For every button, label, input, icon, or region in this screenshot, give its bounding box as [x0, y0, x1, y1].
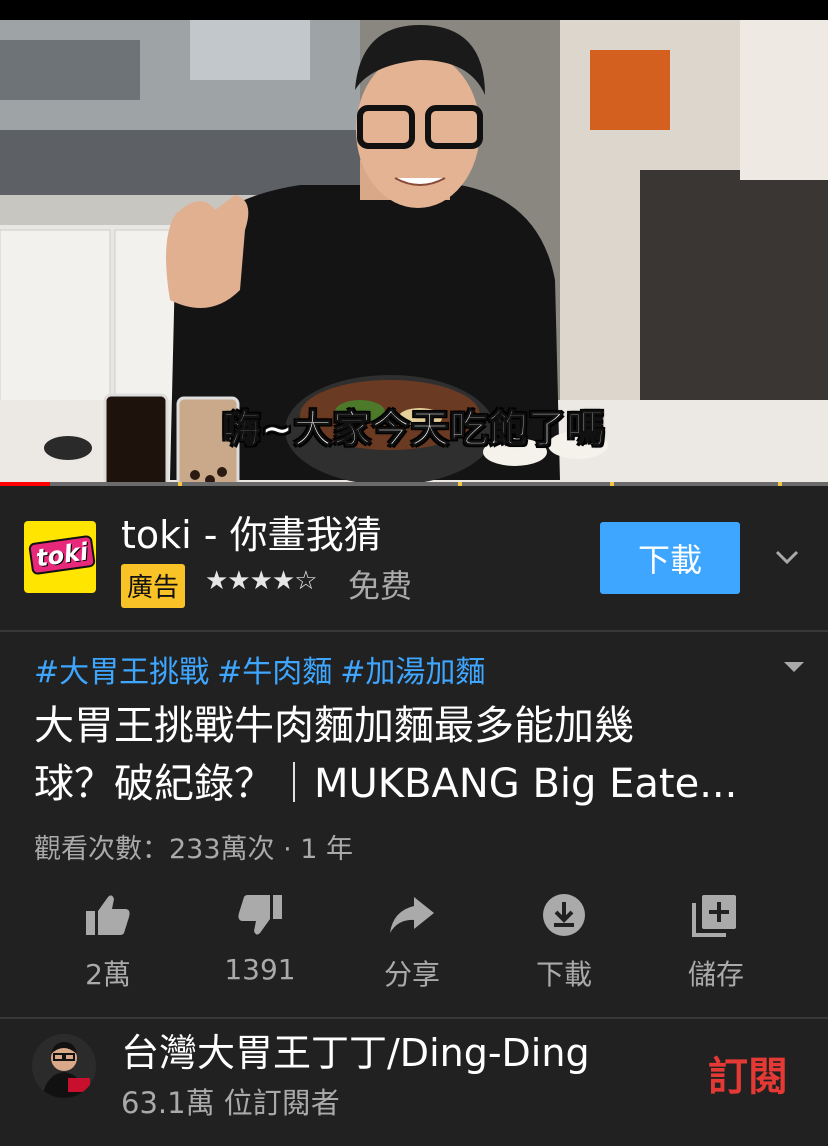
- share-icon: [390, 897, 434, 933]
- download-icon: [543, 894, 585, 936]
- share-button[interactable]: 分享: [352, 893, 472, 993]
- download-button[interactable]: 下載: [504, 893, 624, 993]
- avatar-image: [32, 1034, 96, 1098]
- video-title[interactable]: 大胃王挑戰牛肉麵加麵最多能加幾 球？破紀錄？｜MUKBANG Big Eate.…: [34, 697, 764, 813]
- ad-price: 免费: [348, 567, 413, 605]
- status-bar: [0, 0, 828, 20]
- view-count: 觀看次數：233萬次 · 1 年: [34, 834, 354, 865]
- video-title-line: 大胃王挑戰牛肉麵加麵最多能加幾: [34, 703, 634, 749]
- hashtag-link[interactable]: #加湯加麵: [340, 655, 485, 690]
- channel-name[interactable]: 台灣大胃王丁丁/Ding-Ding: [121, 1022, 590, 1077]
- video-player[interactable]: 嗨~大家今天吃飽了嗎: [0, 20, 828, 486]
- like-button[interactable]: 2萬: [48, 893, 168, 993]
- hashtag-link[interactable]: #牛肉麵: [217, 655, 332, 690]
- ad-banner[interactable]: toki toki - 你畫我猜 廣告 ★★★★☆ 免费 下載: [0, 486, 828, 631]
- hashtag-link[interactable]: #大胃王挑戰: [34, 655, 209, 690]
- ad-rating-stars: ★★★★☆: [205, 566, 318, 596]
- channel-avatar[interactable]: [32, 1034, 96, 1098]
- save-to-playlist-icon: [692, 895, 736, 937]
- subscribe-button[interactable]: 訂閱: [708, 1044, 788, 1102]
- thumbs-down-icon: [238, 895, 282, 935]
- ad-app-logo[interactable]: toki: [24, 521, 96, 593]
- save-label: 儲存: [687, 958, 744, 991]
- video-subtitle: 嗨~大家今天吃飽了嗎: [221, 406, 606, 451]
- subscriber-count: 63.1萬 位訂閱者: [121, 1086, 340, 1120]
- divider: [0, 1017, 828, 1019]
- expand-description-icon[interactable]: [782, 659, 806, 675]
- video-title-line: 球？破紀錄？｜MUKBANG Big Eate...: [34, 761, 738, 807]
- like-count: 2萬: [85, 958, 131, 991]
- channel-row[interactable]: 台灣大胃王丁丁/Ding-Ding 63.1萬 位訂閱者 訂閱: [0, 1020, 828, 1146]
- ad-title[interactable]: toki - 你畫我猜: [121, 504, 382, 559]
- ad-badge: 廣告: [121, 564, 186, 608]
- video-info: #大胃王挑戰 #牛肉麵 #加湯加麵 大胃王挑戰牛肉麵加麵最多能加幾 球？破紀錄？｜M…: [0, 633, 828, 1018]
- dislike-button[interactable]: 1391: [200, 893, 320, 986]
- divider: [0, 630, 828, 632]
- hashtag-row: #大胃王挑戰 #牛肉麵 #加湯加麵: [34, 647, 493, 691]
- ad-logo-text: toki: [28, 534, 96, 576]
- chevron-down-icon[interactable]: [772, 542, 802, 572]
- download-label: 下載: [535, 958, 592, 991]
- dislike-count: 1391: [224, 953, 296, 986]
- thumbs-up-icon: [86, 895, 130, 935]
- share-label: 分享: [383, 958, 440, 991]
- save-button[interactable]: 儲存: [656, 893, 776, 993]
- ad-download-button[interactable]: 下載: [600, 522, 740, 594]
